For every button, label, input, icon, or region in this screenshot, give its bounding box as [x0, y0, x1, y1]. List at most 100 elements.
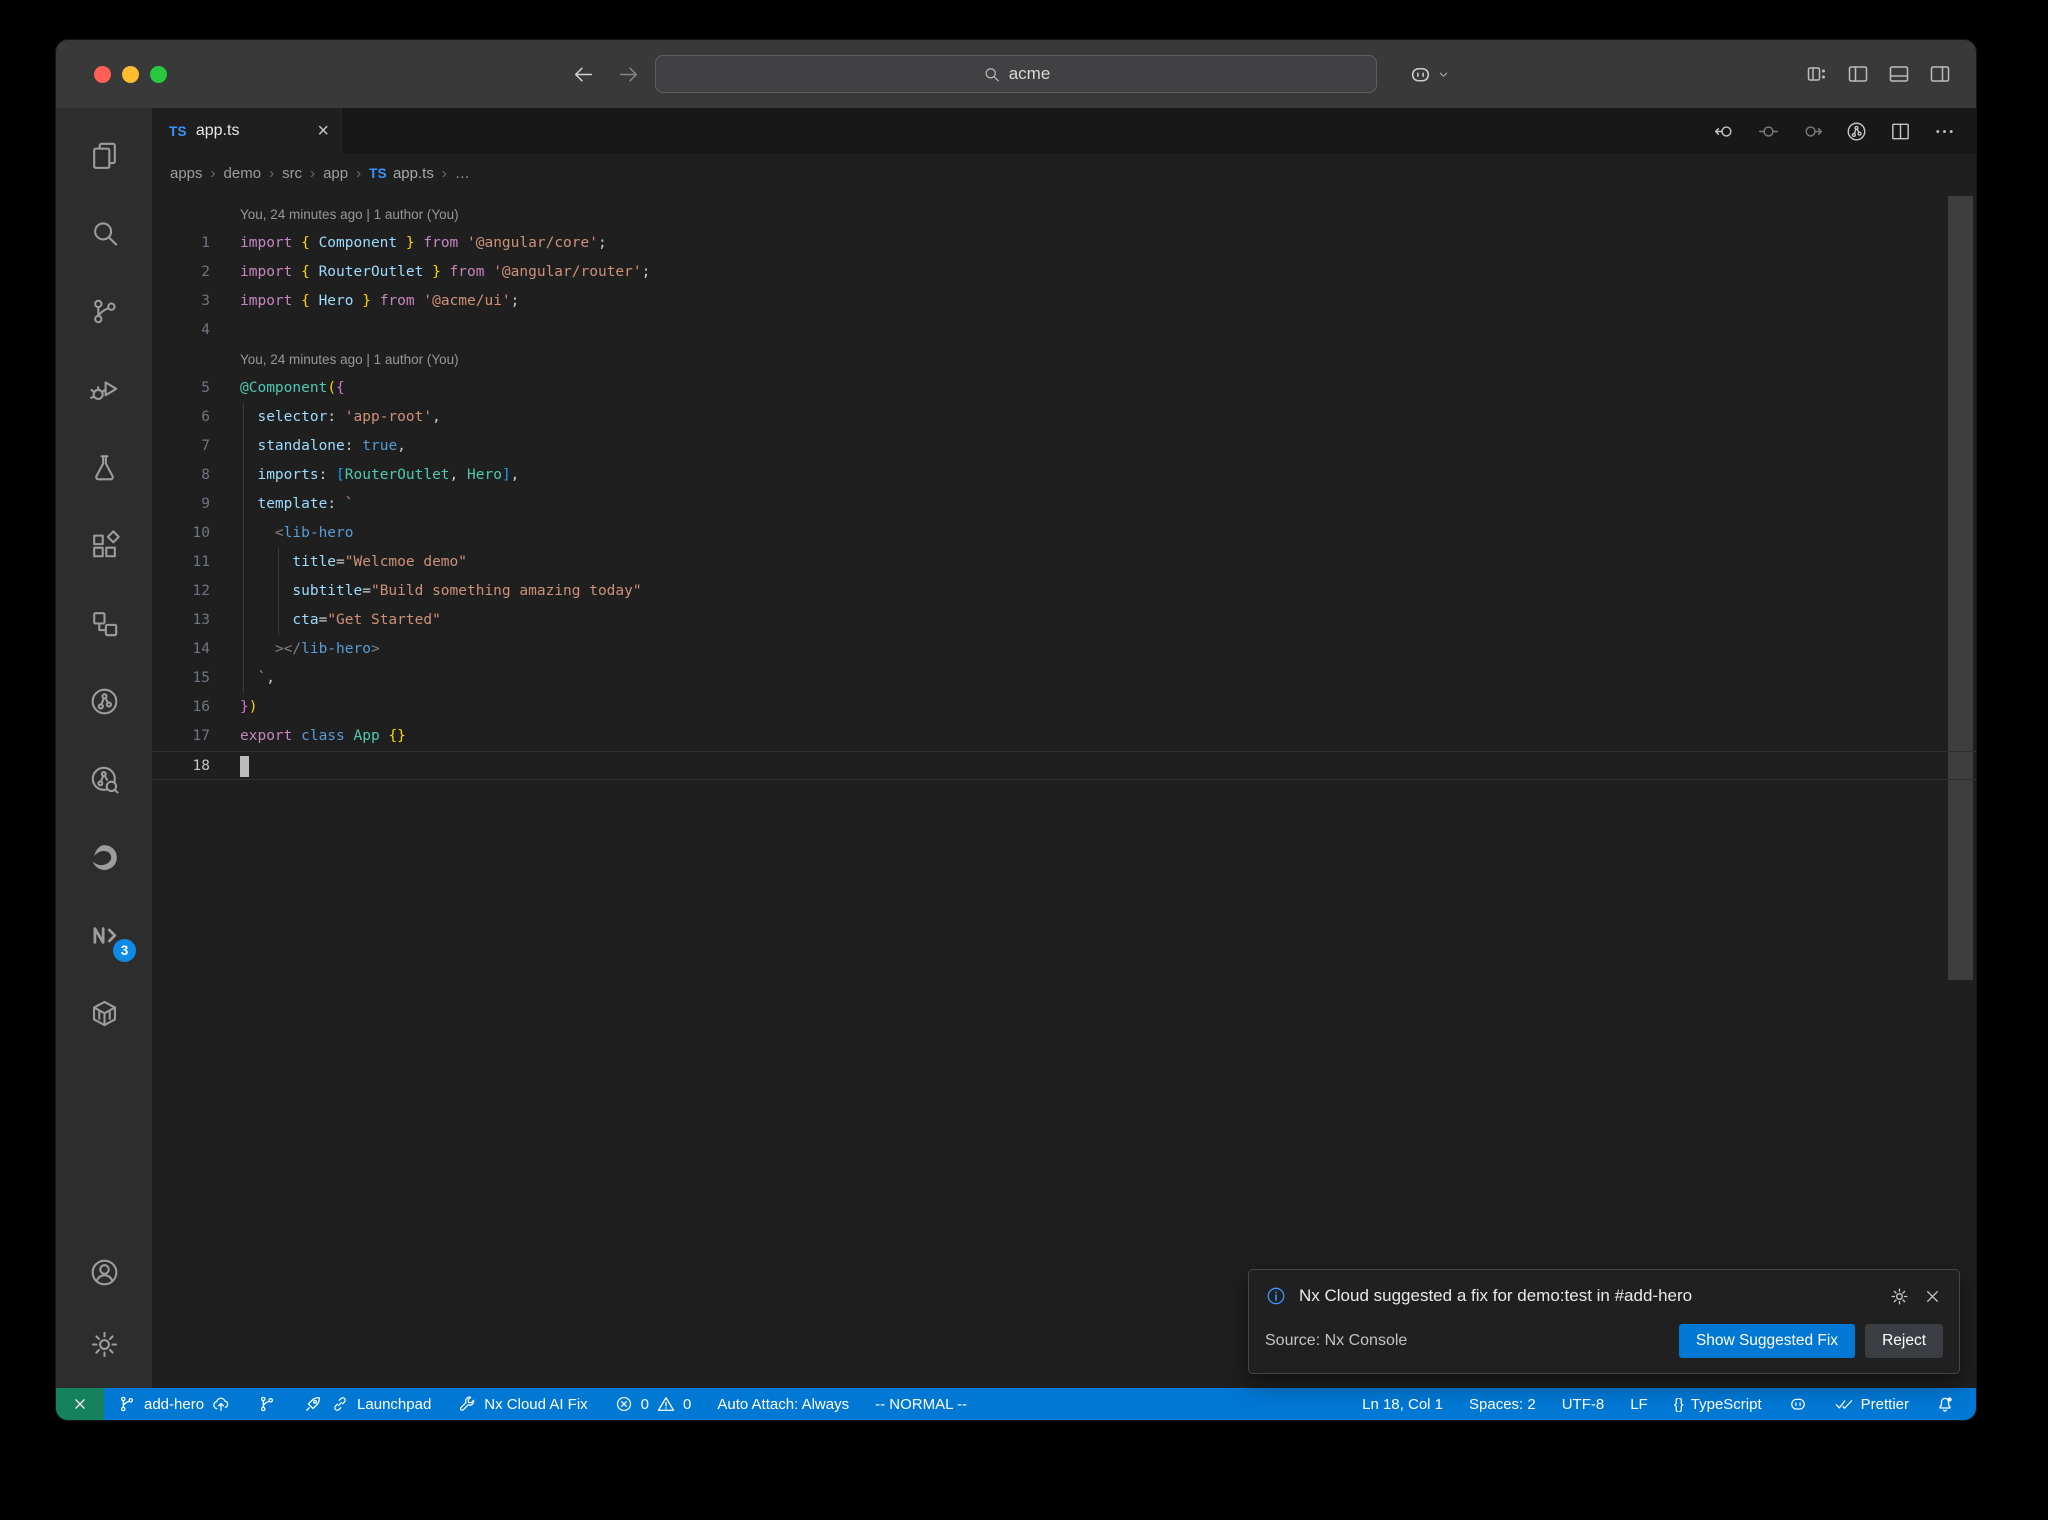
command-center-search[interactable]: acme: [655, 55, 1377, 93]
copilot-menu-button[interactable]: [1408, 40, 1452, 108]
activity-item-project-hierarchy[interactable]: [56, 584, 152, 662]
activity-item-explorer[interactable]: [56, 116, 152, 194]
code-line-2[interactable]: 2 import { RouterOutlet } from '@angular/…: [152, 258, 1976, 287]
close-window-button[interactable]: [94, 65, 111, 83]
activity-item-containers[interactable]: [56, 974, 152, 1052]
activity-item-source-control[interactable]: [56, 272, 152, 350]
code-line-6[interactable]: 6 selector: 'app-root',: [152, 403, 1976, 432]
navigate-forward-button[interactable]: [616, 62, 641, 87]
code-line-7[interactable]: 7 standalone: true,: [152, 432, 1976, 461]
code-line-17[interactable]: 17 export class App {}: [152, 722, 1976, 751]
status-cursor-position[interactable]: Ln 18, Col 1: [1349, 1388, 1456, 1420]
status-encoding[interactable]: UTF-8: [1549, 1388, 1618, 1420]
breadcrumb-item[interactable]: apps: [170, 165, 203, 182]
toggle-secondary-sidebar-icon[interactable]: [1928, 62, 1952, 86]
line-number[interactable]: 3: [152, 287, 210, 316]
breadcrumb-item[interactable]: demo: [224, 165, 262, 182]
line-number[interactable]: 11: [152, 548, 210, 577]
breadcrumb-file[interactable]: TS app.ts: [369, 165, 434, 182]
breadcrumb-item[interactable]: src: [282, 165, 302, 182]
show-suggested-fix-button[interactable]: Show Suggested Fix: [1678, 1324, 1856, 1358]
code-line-4[interactable]: 4: [152, 316, 1976, 345]
notification-settings-gear-icon[interactable]: [1889, 1286, 1910, 1307]
git-blame-codelens[interactable]: You, 24 minutes ago | 1 author (You): [152, 200, 1976, 229]
activity-item-testing[interactable]: [56, 428, 152, 506]
activity-item-extensions[interactable]: [56, 506, 152, 584]
line-number[interactable]: 4: [152, 316, 210, 345]
status-nx-cloud-ai-fix[interactable]: Nx Cloud AI Fix: [444, 1388, 600, 1420]
code-line-8[interactable]: 8 imports: [RouterOutlet, Hero],: [152, 461, 1976, 490]
zoom-window-button[interactable]: [150, 65, 167, 83]
minimize-window-button[interactable]: [122, 65, 139, 83]
activity-badge: 3: [113, 939, 136, 962]
activity-item-settings[interactable]: [56, 1308, 152, 1380]
status-git-branch[interactable]: add-hero: [104, 1388, 244, 1420]
close-tab-icon[interactable]: ×: [317, 121, 329, 141]
line-number[interactable]: 5: [152, 374, 210, 403]
editor-action-nav-back[interactable]: [1713, 120, 1736, 143]
code-editor[interactable]: You, 24 minutes ago | 1 author (You) 1 imp…: [152, 192, 1976, 1388]
activity-item-run-debug[interactable]: [56, 350, 152, 428]
activity-item-nx-console[interactable]: 3: [56, 896, 152, 974]
line-number[interactable]: 8: [152, 461, 210, 490]
code-line-11[interactable]: 11 title="Welcmoe demo": [152, 548, 1976, 577]
breadcrumb-item[interactable]: app: [323, 165, 348, 182]
customize-layout-icon[interactable]: [1805, 62, 1829, 86]
editor-action-more-actions[interactable]: [1933, 120, 1956, 143]
line-number[interactable]: 15: [152, 664, 210, 693]
status-remote-indicator[interactable]: [56, 1388, 104, 1420]
tab-app-ts[interactable]: TS app.ts ×: [152, 108, 342, 154]
line-number[interactable]: 16: [152, 693, 210, 722]
breadcrumb-symbol-placeholder[interactable]: …: [455, 165, 470, 182]
editor-action-nav-forward[interactable]: [1801, 120, 1824, 143]
navigate-back-button[interactable]: [571, 62, 596, 87]
status-launchpad[interactable]: Launchpad: [290, 1388, 444, 1420]
status-prettier[interactable]: Prettier: [1821, 1388, 1922, 1420]
status-eol[interactable]: LF: [1617, 1388, 1661, 1420]
status-copilot-status[interactable]: [1775, 1388, 1821, 1420]
line-number[interactable]: 10: [152, 519, 210, 548]
code-line-14[interactable]: 14 ></lib-hero>: [152, 635, 1976, 664]
code-line-10[interactable]: 10 <lib-hero: [152, 519, 1976, 548]
activity-item-search[interactable]: [56, 194, 152, 272]
line-number[interactable]: 13: [152, 606, 210, 635]
code-line-9[interactable]: 9 template: `: [152, 490, 1976, 519]
activity-item-gitlens-search[interactable]: [56, 740, 152, 818]
toggle-primary-sidebar-icon[interactable]: [1846, 62, 1870, 86]
line-number[interactable]: 18: [152, 752, 210, 781]
status-problems[interactable]: 00: [601, 1388, 705, 1420]
status-gitlens-status[interactable]: [244, 1388, 290, 1420]
notification-close-icon[interactable]: [1922, 1286, 1943, 1307]
activity-bar: 3: [56, 108, 152, 1388]
code-line-13[interactable]: 13 cta="Get Started": [152, 606, 1976, 635]
status-notifications-bell[interactable]: [1922, 1388, 1968, 1420]
editor-action-split-editor[interactable]: [1889, 120, 1912, 143]
activity-item-gitlens[interactable]: [56, 662, 152, 740]
line-number[interactable]: 12: [152, 577, 210, 606]
code-line-1[interactable]: 1 import { Component } from '@angular/cor…: [152, 229, 1976, 258]
status-indentation[interactable]: Spaces: 2: [1456, 1388, 1549, 1420]
code-line-16[interactable]: 16}): [152, 693, 1976, 722]
line-number[interactable]: 1: [152, 229, 210, 258]
editor-action-nav-circle[interactable]: [1757, 120, 1780, 143]
git-blame-codelens[interactable]: You, 24 minutes ago | 1 author (You): [152, 345, 1976, 374]
line-number[interactable]: 2: [152, 258, 210, 287]
activity-item-edge-tools[interactable]: [56, 818, 152, 896]
toggle-panel-icon[interactable]: [1887, 62, 1911, 86]
line-number[interactable]: 17: [152, 722, 210, 751]
line-number[interactable]: 6: [152, 403, 210, 432]
status-vim-mode[interactable]: -- NORMAL --: [862, 1388, 980, 1420]
editor-action-gitlens-graph[interactable]: [1845, 120, 1868, 143]
code-line-15[interactable]: 15 `,: [152, 664, 1976, 693]
activity-item-account[interactable]: [56, 1236, 152, 1308]
code-line-12[interactable]: 12 subtitle="Build something amazing tod…: [152, 577, 1976, 606]
reject-button[interactable]: Reject: [1865, 1324, 1943, 1358]
code-line-18[interactable]: 18: [152, 751, 1976, 780]
line-number[interactable]: 14: [152, 635, 210, 664]
line-number[interactable]: 7: [152, 432, 210, 461]
code-line-3[interactable]: 3 import { Hero } from '@acme/ui';: [152, 287, 1976, 316]
line-number[interactable]: 9: [152, 490, 210, 519]
code-line-5[interactable]: 5 @Component({: [152, 374, 1976, 403]
status-language-mode[interactable]: {} TypeScript: [1661, 1388, 1775, 1420]
status-auto-attach[interactable]: Auto Attach: Always: [704, 1388, 862, 1420]
